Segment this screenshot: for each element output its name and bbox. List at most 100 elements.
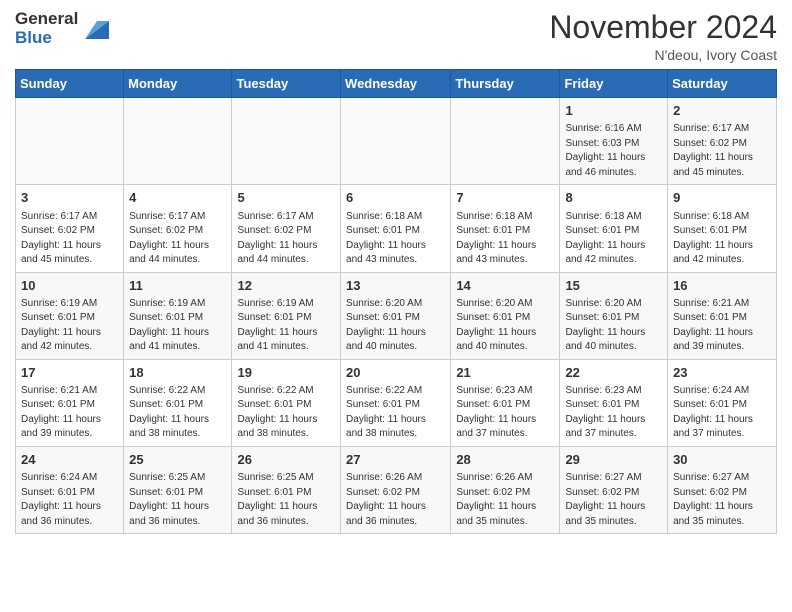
- day-info: Sunrise: 6:22 AM Sunset: 6:01 PM Dayligh…: [346, 384, 445, 442]
- day-number: 30: [673, 451, 771, 469]
- day-number: 2: [673, 102, 771, 120]
- day-info: Sunrise: 6:27 AM Sunset: 6:02 PM Dayligh…: [673, 471, 771, 529]
- day-info: Sunrise: 6:17 AM Sunset: 6:02 PM Dayligh…: [673, 122, 771, 180]
- day-info: Sunrise: 6:18 AM Sunset: 6:01 PM Dayligh…: [456, 210, 554, 268]
- day-info: Sunrise: 6:24 AM Sunset: 6:01 PM Dayligh…: [673, 384, 771, 442]
- day-info: Sunrise: 6:23 AM Sunset: 6:01 PM Dayligh…: [565, 384, 662, 442]
- day-number: 7: [456, 189, 554, 207]
- page: General Blue November 2024 N'deou, Ivory…: [0, 0, 792, 544]
- day-number: 18: [129, 364, 226, 382]
- calendar-cell: 13 Sunrise: 6:20 AM Sunset: 6:01 PM Dayli…: [341, 272, 451, 359]
- day-number: 16: [673, 277, 771, 295]
- day-number: 26: [237, 451, 335, 469]
- day-number: 12: [237, 277, 335, 295]
- day-number: 29: [565, 451, 662, 469]
- day-number: 13: [346, 277, 445, 295]
- calendar-cell: 15 Sunrise: 6:20 AM Sunset: 6:01 PM Dayli…: [560, 272, 668, 359]
- day-number: 27: [346, 451, 445, 469]
- calendar-cell: 25 Sunrise: 6:25 AM Sunset: 6:01 PM Dayli…: [124, 446, 232, 533]
- day-info: Sunrise: 6:27 AM Sunset: 6:02 PM Dayligh…: [565, 471, 662, 529]
- logo-general-text: General: [15, 10, 78, 29]
- calendar-cell: 18 Sunrise: 6:22 AM Sunset: 6:01 PM Dayli…: [124, 359, 232, 446]
- calendar-header-monday: Monday: [124, 70, 232, 98]
- calendar-cell: 8Sunrise: 6:18 AM Sunset: 6:01 PM Daylig…: [560, 185, 668, 272]
- calendar-cell: 6Sunrise: 6:18 AM Sunset: 6:01 PM Daylig…: [341, 185, 451, 272]
- calendar-cell: 20 Sunrise: 6:22 AM Sunset: 6:01 PM Dayli…: [341, 359, 451, 446]
- day-number: 9: [673, 189, 771, 207]
- logo-icon: [81, 11, 113, 43]
- day-info: Sunrise: 6:20 AM Sunset: 6:01 PM Dayligh…: [456, 297, 554, 355]
- day-info: Sunrise: 6:16 AM Sunset: 6:03 PM Dayligh…: [565, 122, 662, 180]
- day-info: Sunrise: 6:26 AM Sunset: 6:02 PM Dayligh…: [456, 471, 554, 529]
- day-info: Sunrise: 6:20 AM Sunset: 6:01 PM Dayligh…: [565, 297, 662, 355]
- calendar: SundayMondayTuesdayWednesdayThursdayFrid…: [15, 69, 777, 534]
- calendar-cell: 2 Sunrise: 6:17 AM Sunset: 6:02 PM Daylig…: [668, 98, 777, 185]
- calendar-cell: 7 Sunrise: 6:18 AM Sunset: 6:01 PM Daylig…: [451, 185, 560, 272]
- day-info: Sunrise: 6:17 AM Sunset: 6:02 PM Dayligh…: [21, 210, 118, 268]
- calendar-cell: 19Sunrise: 6:22 AM Sunset: 6:01 PM Dayli…: [232, 359, 341, 446]
- day-info: Sunrise: 6:25 AM Sunset: 6:01 PM Dayligh…: [129, 471, 226, 529]
- day-info: Sunrise: 6:19 AM Sunset: 6:01 PM Dayligh…: [237, 297, 335, 355]
- day-number: 10: [21, 277, 118, 295]
- day-number: 15: [565, 277, 662, 295]
- calendar-cell: [451, 98, 560, 185]
- logo-blue-text: Blue: [15, 29, 78, 48]
- calendar-cell: 23 Sunrise: 6:24 AM Sunset: 6:01 PM Dayli…: [668, 359, 777, 446]
- day-number: 1: [565, 102, 662, 120]
- day-info: Sunrise: 6:18 AM Sunset: 6:01 PM Dayligh…: [673, 210, 771, 268]
- day-info: Sunrise: 6:24 AM Sunset: 6:01 PM Dayligh…: [21, 471, 118, 529]
- calendar-cell: 24Sunrise: 6:24 AM Sunset: 6:01 PM Dayli…: [16, 446, 124, 533]
- day-info: Sunrise: 6:23 AM Sunset: 6:01 PM Dayligh…: [456, 384, 554, 442]
- day-info: Sunrise: 6:25 AM Sunset: 6:01 PM Dayligh…: [237, 471, 335, 529]
- calendar-header-saturday: Saturday: [668, 70, 777, 98]
- calendar-cell: [16, 98, 124, 185]
- day-number: 21: [456, 364, 554, 382]
- day-number: 17: [21, 364, 118, 382]
- day-number: 5: [237, 189, 335, 207]
- calendar-week-row: 10 Sunrise: 6:19 AM Sunset: 6:01 PM Dayli…: [16, 272, 777, 359]
- logo-text: General Blue: [15, 10, 78, 47]
- calendar-header-tuesday: Tuesday: [232, 70, 341, 98]
- month-title: November 2024: [549, 10, 777, 45]
- calendar-cell: [341, 98, 451, 185]
- day-number: 25: [129, 451, 226, 469]
- calendar-cell: 30 Sunrise: 6:27 AM Sunset: 6:02 PM Dayli…: [668, 446, 777, 533]
- day-number: 20: [346, 364, 445, 382]
- day-info: Sunrise: 6:18 AM Sunset: 6:01 PM Dayligh…: [346, 210, 445, 268]
- calendar-cell: 29 Sunrise: 6:27 AM Sunset: 6:02 PM Dayli…: [560, 446, 668, 533]
- day-info: Sunrise: 6:22 AM Sunset: 6:01 PM Dayligh…: [237, 384, 335, 442]
- title-block: November 2024 N'deou, Ivory Coast: [549, 10, 777, 63]
- location: N'deou, Ivory Coast: [549, 47, 777, 63]
- day-info: Sunrise: 6:26 AM Sunset: 6:02 PM Dayligh…: [346, 471, 445, 529]
- logo: General Blue: [15, 10, 113, 47]
- calendar-cell: 10Sunrise: 6:19 AM Sunset: 6:01 PM Dayli…: [16, 272, 124, 359]
- calendar-cell: 3Sunrise: 6:17 AM Sunset: 6:02 PM Daylig…: [16, 185, 124, 272]
- day-number: 11: [129, 277, 226, 295]
- calendar-header-sunday: Sunday: [16, 70, 124, 98]
- day-info: Sunrise: 6:21 AM Sunset: 6:01 PM Dayligh…: [21, 384, 118, 442]
- calendar-cell: 17 Sunrise: 6:21 AM Sunset: 6:01 PM Dayli…: [16, 359, 124, 446]
- calendar-cell: 9 Sunrise: 6:18 AM Sunset: 6:01 PM Daylig…: [668, 185, 777, 272]
- calendar-week-row: 17 Sunrise: 6:21 AM Sunset: 6:01 PM Dayli…: [16, 359, 777, 446]
- day-number: 23: [673, 364, 771, 382]
- calendar-cell: 14Sunrise: 6:20 AM Sunset: 6:01 PM Dayli…: [451, 272, 560, 359]
- calendar-cell: 5Sunrise: 6:17 AM Sunset: 6:02 PM Daylig…: [232, 185, 341, 272]
- calendar-cell: 11 Sunrise: 6:19 AM Sunset: 6:01 PM Dayli…: [124, 272, 232, 359]
- calendar-header-row: SundayMondayTuesdayWednesdayThursdayFrid…: [16, 70, 777, 98]
- header: General Blue November 2024 N'deou, Ivory…: [15, 10, 777, 63]
- day-number: 22: [565, 364, 662, 382]
- day-info: Sunrise: 6:19 AM Sunset: 6:01 PM Dayligh…: [129, 297, 226, 355]
- day-info: Sunrise: 6:22 AM Sunset: 6:01 PM Dayligh…: [129, 384, 226, 442]
- day-info: Sunrise: 6:17 AM Sunset: 6:02 PM Dayligh…: [129, 210, 226, 268]
- calendar-cell: 21 Sunrise: 6:23 AM Sunset: 6:01 PM Dayli…: [451, 359, 560, 446]
- day-info: Sunrise: 6:18 AM Sunset: 6:01 PM Dayligh…: [565, 210, 662, 268]
- calendar-week-row: 1 Sunrise: 6:16 AM Sunset: 6:03 PM Daylig…: [16, 98, 777, 185]
- calendar-cell: 12 Sunrise: 6:19 AM Sunset: 6:01 PM Dayli…: [232, 272, 341, 359]
- calendar-header-friday: Friday: [560, 70, 668, 98]
- calendar-header-wednesday: Wednesday: [341, 70, 451, 98]
- calendar-cell: 26 Sunrise: 6:25 AM Sunset: 6:01 PM Dayli…: [232, 446, 341, 533]
- calendar-cell: 16Sunrise: 6:21 AM Sunset: 6:01 PM Dayli…: [668, 272, 777, 359]
- calendar-cell: 4Sunrise: 6:17 AM Sunset: 6:02 PM Daylig…: [124, 185, 232, 272]
- day-info: Sunrise: 6:20 AM Sunset: 6:01 PM Dayligh…: [346, 297, 445, 355]
- calendar-cell: 27 Sunrise: 6:26 AM Sunset: 6:02 PM Dayli…: [341, 446, 451, 533]
